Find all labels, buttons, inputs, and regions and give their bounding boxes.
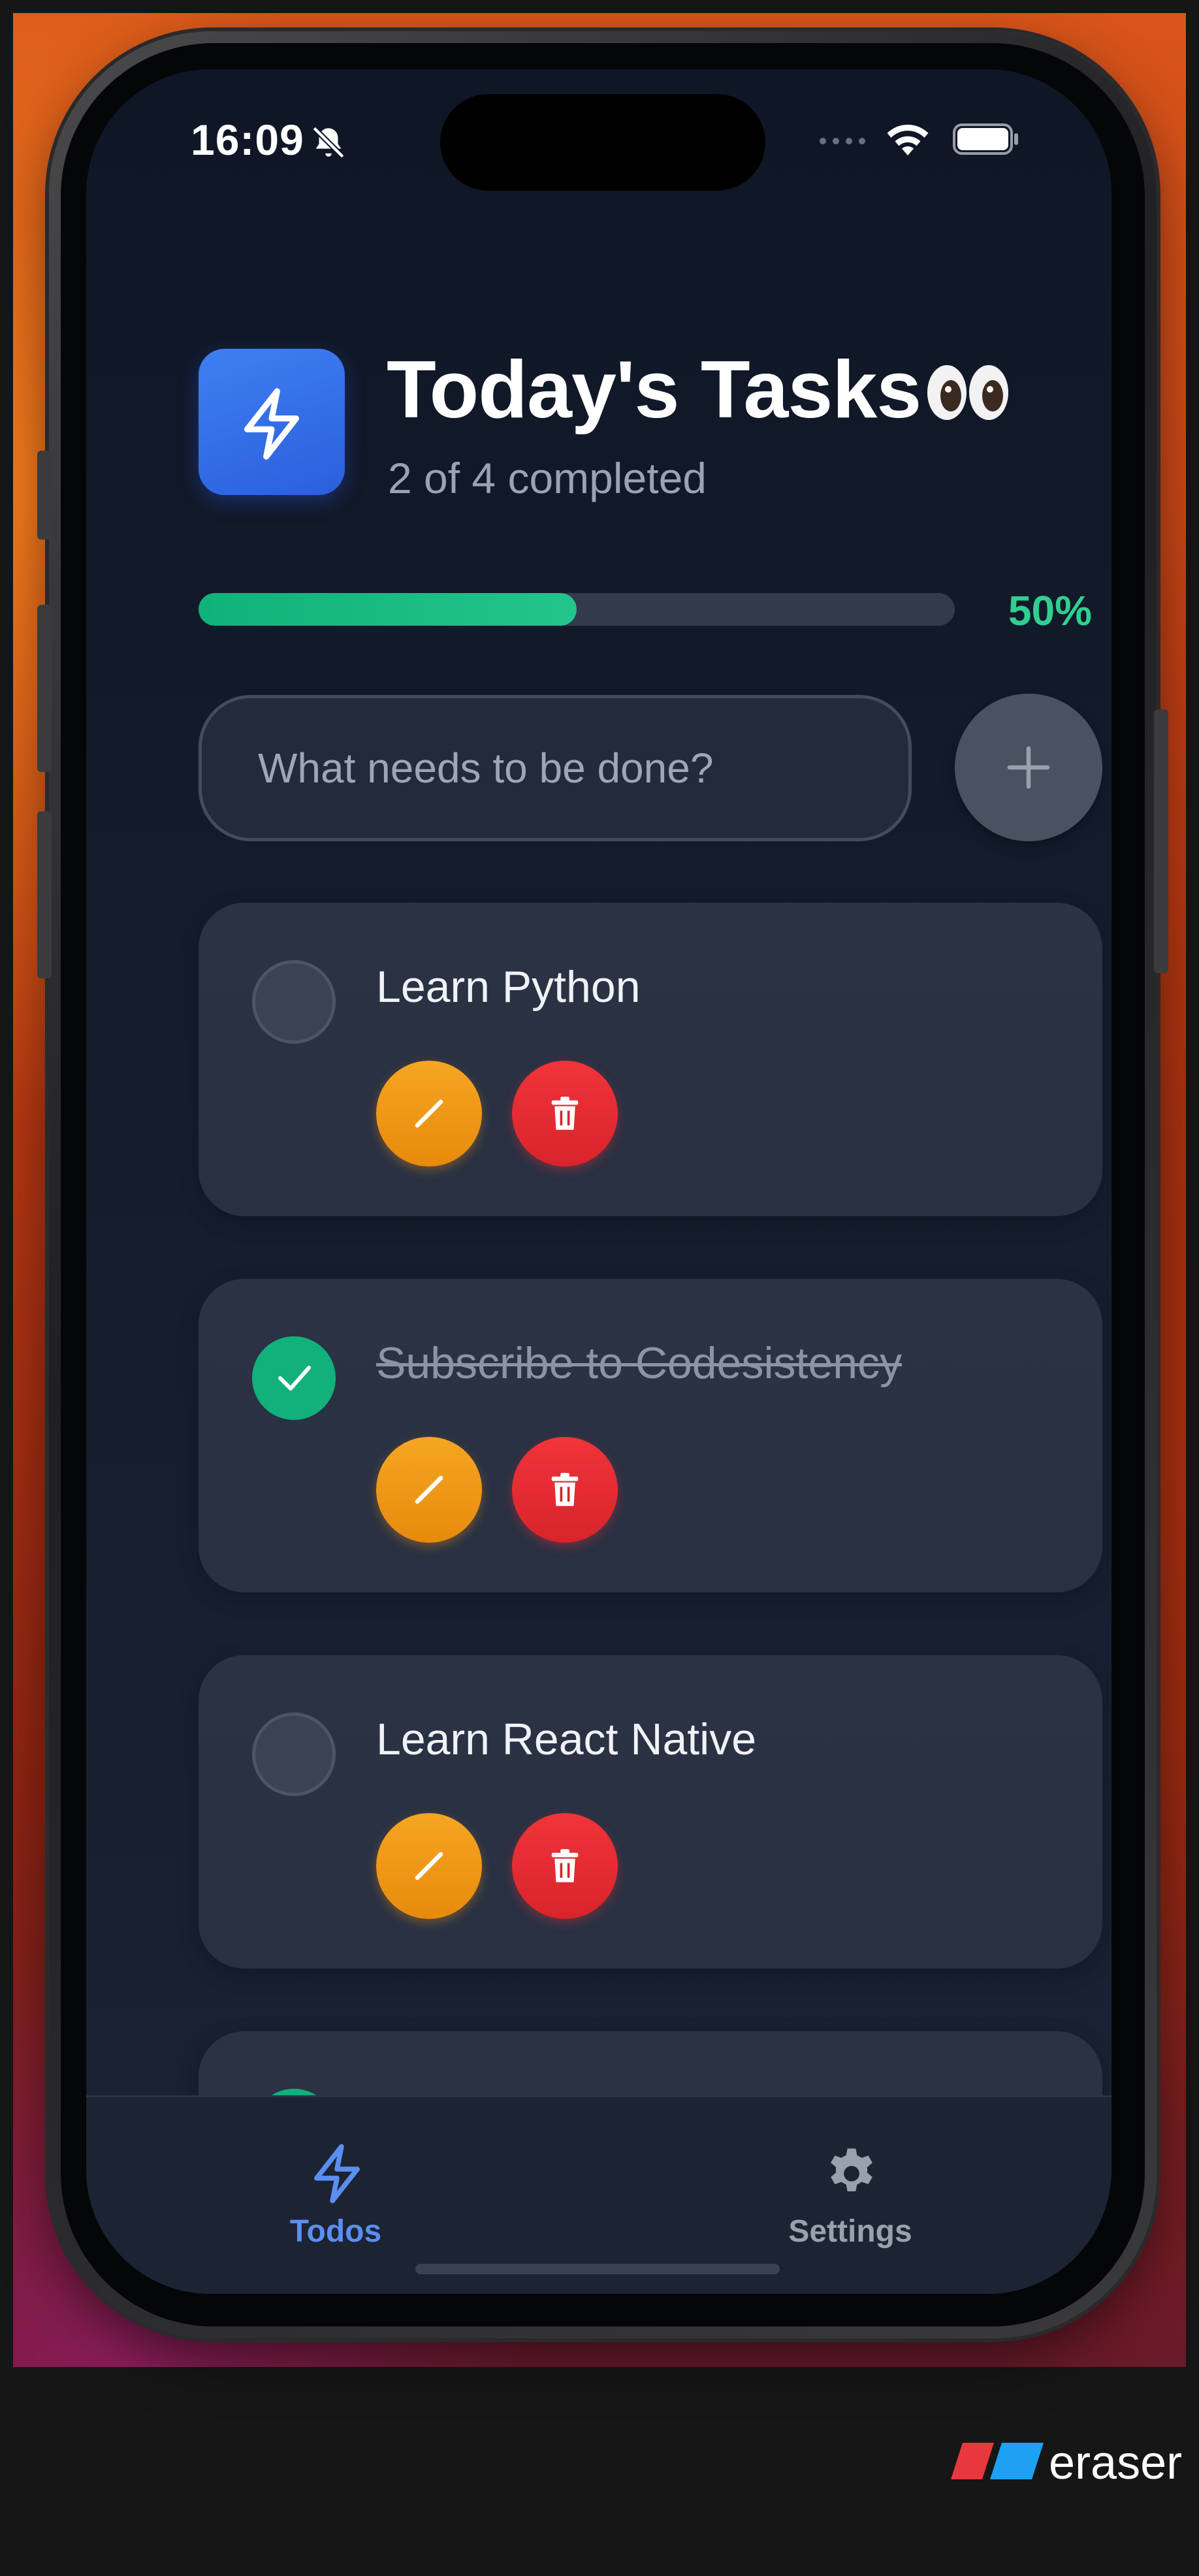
tab-todos[interactable]: Todos bbox=[238, 2097, 434, 2249]
eraser-logo-icon bbox=[951, 2443, 1044, 2479]
completion-summary: 2 of 4 completed bbox=[388, 454, 707, 502]
bolt-icon bbox=[314, 2144, 360, 2203]
dynamic-island bbox=[440, 94, 765, 191]
eyes-emoji-icon bbox=[927, 365, 1008, 420]
edit-task-button[interactable] bbox=[376, 1061, 482, 1167]
bell-slash-icon bbox=[312, 126, 345, 159]
volume-down-button bbox=[37, 811, 52, 978]
tab-label: Settings bbox=[788, 2214, 912, 2249]
delete-task-button[interactable] bbox=[512, 1061, 618, 1167]
progress-bar bbox=[199, 593, 955, 626]
tab-settings[interactable]: Settings bbox=[752, 2097, 948, 2249]
task-card: Learn Python bbox=[199, 903, 1102, 1216]
trash-icon bbox=[551, 1097, 579, 1130]
brand-watermark: eraser bbox=[948, 2436, 1190, 2489]
battery-icon bbox=[953, 123, 1018, 155]
task-card: Subscribe to Codesistency bbox=[199, 1279, 1102, 1592]
task-label: Learn Python bbox=[376, 962, 641, 1012]
status-time: 16:09 bbox=[191, 116, 304, 164]
trash-icon bbox=[551, 1849, 579, 1882]
app-logo bbox=[199, 349, 345, 495]
task-checkbox-checked[interactable] bbox=[252, 1336, 336, 1420]
gear-icon bbox=[831, 2148, 872, 2191]
app-screen: 16:09 Today's Tasks 2 of 4 completed 50%… bbox=[86, 69, 1111, 2294]
wifi-icon bbox=[887, 124, 929, 155]
pencil-icon bbox=[415, 1852, 443, 1880]
progress-bar-fill bbox=[199, 593, 577, 626]
pencil-icon bbox=[415, 1099, 443, 1128]
task-label: Learn React Native bbox=[376, 1715, 757, 1764]
bolt-icon bbox=[244, 388, 300, 460]
edit-task-button[interactable] bbox=[376, 1437, 482, 1543]
checkmark-icon bbox=[278, 1366, 311, 1391]
home-indicator bbox=[415, 2264, 780, 2274]
phone-frame: 16:09 Today's Tasks 2 of 4 completed 50%… bbox=[37, 31, 1168, 2338]
brand-name: eraser bbox=[1049, 2437, 1183, 2489]
progress-percent: 50% bbox=[1008, 587, 1092, 634]
task-card: Learn React Native bbox=[199, 1655, 1102, 1969]
power-button bbox=[1154, 709, 1168, 973]
delete-task-button[interactable] bbox=[512, 1437, 618, 1543]
pencil-icon bbox=[415, 1475, 443, 1504]
task-checkbox[interactable] bbox=[252, 960, 336, 1044]
new-task-input[interactable] bbox=[199, 695, 912, 841]
delete-task-button[interactable] bbox=[512, 1813, 618, 1919]
trash-icon bbox=[551, 1473, 579, 1506]
cellular-signal-icon bbox=[820, 138, 865, 144]
status-bar: 16:09 bbox=[86, 69, 1111, 191]
tab-label: Todos bbox=[289, 2214, 382, 2249]
task-label: Subscribe to Codesistency bbox=[376, 1338, 903, 1388]
page-title: Today's Tasks bbox=[387, 345, 921, 435]
side-button bbox=[37, 451, 52, 539]
edit-task-button[interactable] bbox=[376, 1813, 482, 1919]
add-task-button[interactable] bbox=[955, 694, 1102, 841]
volume-up-button bbox=[37, 605, 52, 772]
task-checkbox[interactable] bbox=[252, 1713, 336, 1796]
plus-icon bbox=[1007, 746, 1050, 789]
